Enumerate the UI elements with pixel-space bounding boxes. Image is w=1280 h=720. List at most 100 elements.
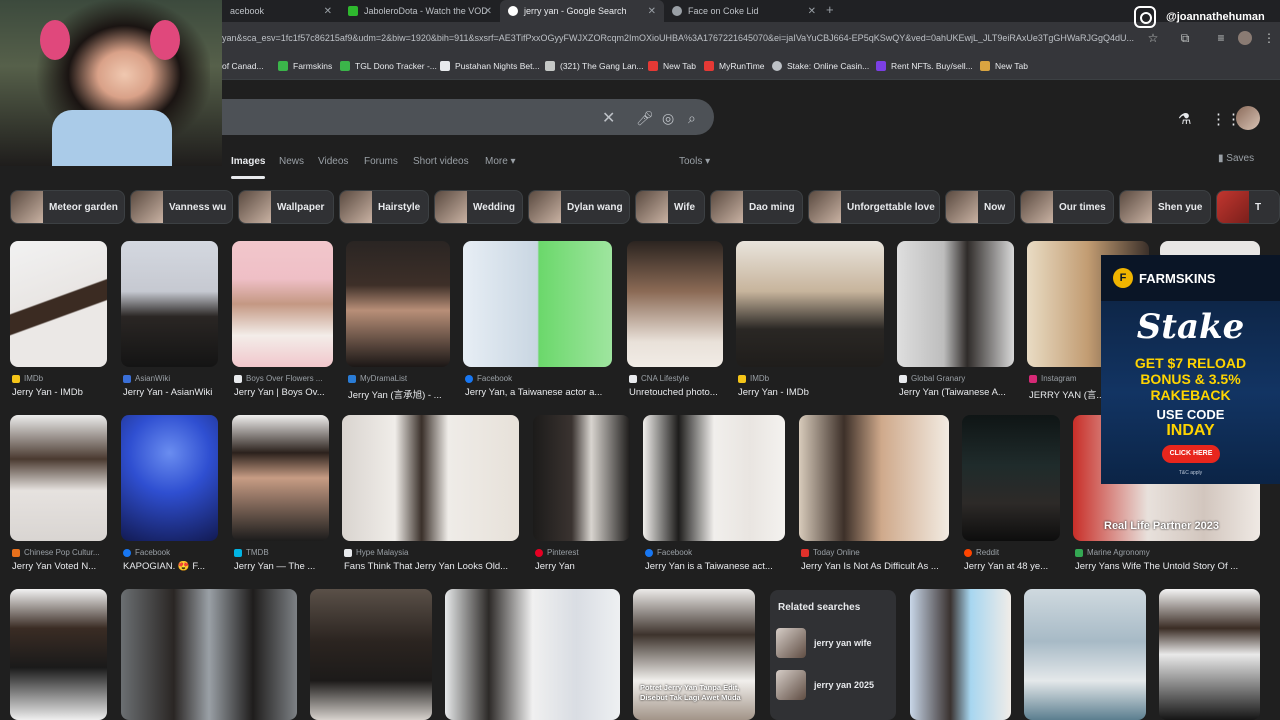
lens-icon[interactable]: ◎ xyxy=(662,110,674,127)
result-image[interactable] xyxy=(627,241,723,367)
tab-videos[interactable]: Videos xyxy=(318,156,348,167)
chip-wedding[interactable]: Wedding xyxy=(434,190,523,224)
result-image[interactable] xyxy=(533,415,630,541)
saves-button[interactable]: ▮ Saves xyxy=(1218,153,1254,164)
close-icon[interactable]: ✕ xyxy=(484,6,492,17)
result-image[interactable] xyxy=(346,241,450,367)
tab-facebook[interactable]: acebook ✕ xyxy=(222,0,340,22)
bookmark-item[interactable]: Stake: Online Casin... xyxy=(772,61,869,71)
result-image[interactable] xyxy=(10,241,107,367)
bookmark-star-icon[interactable]: ☆ xyxy=(1146,31,1160,45)
result-caption[interactable]: KAPOGIAN. 😍 F... xyxy=(123,561,218,572)
bookmark-item[interactable]: Pustahan Nights Bet... xyxy=(440,61,540,71)
bookmark-item[interactable]: of Canad... xyxy=(222,61,264,71)
result-image[interactable] xyxy=(10,415,107,541)
result-caption[interactable]: Jerry Yan is a Taiwanese act... xyxy=(645,561,785,572)
microphone-icon[interactable]: 🎤︎ xyxy=(636,110,654,127)
result-caption[interactable]: Jerry Yans Wife The Untold Story Of ... xyxy=(1075,561,1260,572)
tab-news[interactable]: News xyxy=(279,156,304,167)
result-caption[interactable]: Jerry Yan at 48 ye... xyxy=(964,561,1060,572)
chip-wife[interactable]: Wife xyxy=(635,190,705,224)
result-image[interactable] xyxy=(897,241,1014,367)
extensions-icon[interactable]: ⧉ xyxy=(1178,31,1192,45)
chip-wallpaper[interactable]: Wallpaper xyxy=(238,190,334,224)
related-search-item[interactable]: jerry yan 2025 xyxy=(776,670,890,700)
bookmark-item[interactable]: TGL Dono Tracker -... xyxy=(340,61,437,71)
result-image[interactable] xyxy=(799,415,949,541)
result-image[interactable] xyxy=(232,415,329,541)
chip-dao-ming[interactable]: Dao ming xyxy=(710,190,803,224)
labs-flask-icon[interactable]: ⚗ xyxy=(1178,110,1191,128)
bookmark-item[interactable]: New Tab xyxy=(980,61,1028,71)
close-icon[interactable]: ✕ xyxy=(648,6,656,17)
result-image[interactable] xyxy=(910,589,1011,720)
source-label: Global Granary xyxy=(911,374,966,383)
result-image[interactable] xyxy=(962,415,1060,541)
tab-images[interactable]: Images xyxy=(231,156,266,179)
close-icon[interactable]: ✕ xyxy=(808,6,816,17)
bookmark-item[interactable]: Farmskins xyxy=(278,61,332,71)
result-caption[interactable]: Jerry Yan Voted N... xyxy=(12,561,107,572)
chip-vanness-wu[interactable]: Vanness wu xyxy=(130,190,233,224)
chip-hairstyle[interactable]: Hairstyle xyxy=(339,190,429,224)
result-image[interactable] xyxy=(1159,589,1260,720)
result-image[interactable] xyxy=(463,241,612,367)
account-avatar[interactable] xyxy=(1236,106,1260,130)
url-field[interactable]: yan&sca_esv=1fc1f57c86215af9&udm=2&biw=1… xyxy=(222,33,1142,43)
chip-unforgettable-love[interactable]: Unforgettable love xyxy=(808,190,940,224)
pinterest-icon xyxy=(535,548,543,557)
chip-meteor-garden[interactable]: Meteor garden xyxy=(10,190,125,224)
result-caption[interactable]: Jerry Yan | Boys Ov... xyxy=(234,387,333,398)
result-caption[interactable]: Jerry Yan, a Taiwanese actor a... xyxy=(465,387,612,398)
result-caption[interactable]: Jerry Yan — The ... xyxy=(234,561,329,572)
result-caption[interactable]: Jerry Yan Is Not As Difficult As ... xyxy=(801,561,949,572)
chip-shen-yue[interactable]: Shen yue xyxy=(1119,190,1211,224)
chip-now[interactable]: Now xyxy=(945,190,1015,224)
tab-more[interactable]: More ▾ xyxy=(485,156,516,167)
result-caption[interactable]: Jerry Yan (言承旭) - ... xyxy=(348,387,450,401)
new-tab-icon[interactable]: + xyxy=(826,2,834,17)
bookmark-item[interactable]: New Tab xyxy=(648,61,696,71)
result-image[interactable] xyxy=(445,589,620,720)
result-image[interactable] xyxy=(121,241,218,367)
related-search-item[interactable]: jerry yan wife xyxy=(776,628,890,658)
result-caption[interactable]: JERRY YAN (言... xyxy=(1029,387,1101,401)
menu-icon[interactable]: ⋮ xyxy=(1262,31,1276,45)
result-image[interactable] xyxy=(10,589,107,720)
result-image[interactable] xyxy=(121,589,297,720)
tools-button[interactable]: Tools ▾ xyxy=(679,156,710,167)
tab-short-videos[interactable]: Short videos xyxy=(413,156,469,167)
bookmark-item[interactable]: (321) The Gang Lan... xyxy=(545,61,643,71)
result-caption[interactable]: Fans Think That Jerry Yan Looks Old... xyxy=(344,561,519,572)
result-caption[interactable]: Jerry Yan xyxy=(535,561,630,572)
result-caption[interactable]: Jerry Yan (Taiwanese A... xyxy=(899,387,1014,398)
result-image[interactable] xyxy=(121,415,218,541)
bookmark-item[interactable]: MyRunTime xyxy=(704,61,765,71)
result-image[interactable] xyxy=(736,241,884,367)
media-icon[interactable]: ≡ xyxy=(1214,31,1228,45)
result-image[interactable] xyxy=(310,589,432,720)
tab-google-search[interactable]: jerry yan - Google Search ✕ xyxy=(500,0,664,22)
chip-label: Now xyxy=(984,201,1006,213)
chip-dylan-wang[interactable]: Dylan wang xyxy=(528,190,630,224)
tab-face-on-coke[interactable]: Face on Coke Lid ✕ xyxy=(664,0,824,22)
bookmark-item[interactable]: Rent NFTs. Buy/sell... xyxy=(876,61,973,71)
tab-forums[interactable]: Forums xyxy=(364,156,398,167)
result-image[interactable] xyxy=(232,241,333,367)
result-caption[interactable]: Unretouched photo... xyxy=(629,387,725,398)
chip-t[interactable]: T xyxy=(1216,190,1280,224)
result-image[interactable] xyxy=(643,415,785,541)
click-here-button[interactable]: CLICK HERE xyxy=(1162,445,1220,463)
result-caption[interactable]: Jerry Yan - IMDb xyxy=(12,387,107,398)
profile-icon[interactable] xyxy=(1238,31,1252,45)
result-caption[interactable]: Jerry Yan - IMDb xyxy=(738,387,884,398)
chip-our-times[interactable]: Our times xyxy=(1020,190,1114,224)
stake-ad-overlay[interactable]: F FARMSKINS Stake GET $7 RELOAD BONUS & 3… xyxy=(1101,255,1280,484)
search-icon[interactable]: ⌕ xyxy=(688,110,696,127)
clear-icon[interactable]: ✕ xyxy=(602,108,615,128)
close-icon[interactable]: ✕ xyxy=(324,6,332,17)
tab-jabolero[interactable]: JaboleroDota - Watch the VOD ✕ xyxy=(340,0,500,22)
result-image[interactable] xyxy=(342,415,519,541)
result-image[interactable] xyxy=(1024,589,1146,720)
result-caption[interactable]: Jerry Yan - AsianWiki xyxy=(123,387,220,398)
